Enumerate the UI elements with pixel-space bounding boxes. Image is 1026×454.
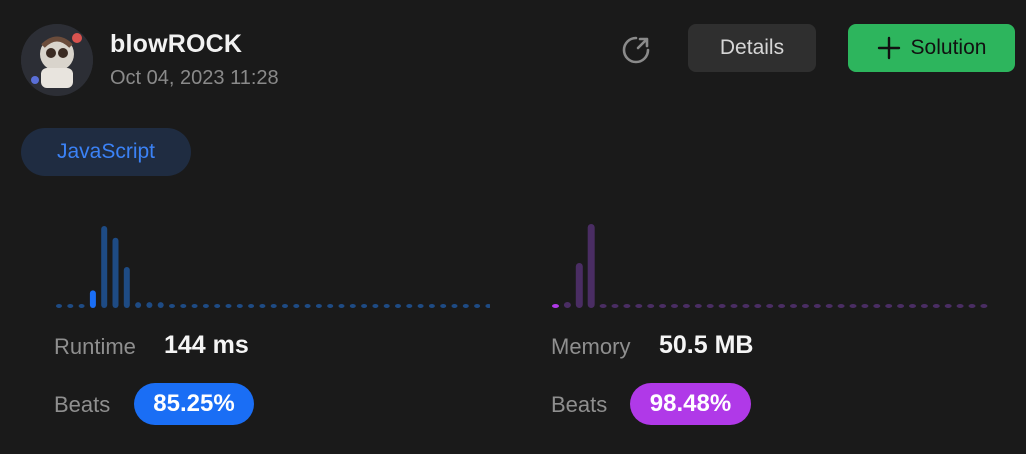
distribution-bar	[587, 224, 595, 308]
distribution-bar	[304, 304, 311, 308]
distribution-bar	[825, 304, 833, 308]
distribution-bar	[706, 304, 714, 308]
distribution-bar	[718, 304, 726, 308]
distribution-bar	[682, 304, 690, 308]
runtime-beats-badge: 85.25%	[134, 383, 254, 425]
memory-distribution-chart	[552, 224, 988, 308]
distribution-bar	[225, 304, 232, 308]
distribution-bar	[78, 304, 85, 308]
distribution-bar	[202, 304, 209, 308]
distribution-bar	[214, 304, 221, 308]
distribution-bar	[766, 304, 774, 308]
distribution-bar	[383, 304, 390, 308]
runtime-value: 144 ms	[164, 331, 249, 359]
distribution-bar	[801, 304, 809, 308]
distribution-bar	[611, 304, 619, 308]
distribution-bar	[89, 290, 96, 308]
distribution-bar	[236, 304, 243, 308]
distribution-bar	[293, 304, 300, 308]
avatar[interactable]	[21, 24, 93, 96]
distribution-bar	[790, 304, 797, 308]
runtime-label: Runtime	[54, 334, 136, 359]
username[interactable]: blowROCK	[110, 30, 242, 59]
distribution-bar	[428, 304, 435, 308]
distribution-bar	[849, 304, 857, 308]
share-icon[interactable]	[620, 34, 652, 66]
distribution-bar	[897, 304, 905, 308]
plus-icon	[877, 36, 900, 60]
distribution-bar	[623, 304, 631, 308]
distribution-bar	[361, 304, 368, 308]
runtime-distribution-chart	[56, 226, 490, 308]
distribution-bar	[813, 304, 821, 308]
distribution-bar	[861, 304, 869, 308]
distribution-bar	[417, 304, 424, 308]
distribution-bar	[575, 263, 583, 308]
distribution-bar	[395, 304, 401, 308]
distribution-bar	[56, 304, 62, 308]
distribution-bar	[406, 304, 413, 308]
distribution-bar	[968, 304, 976, 308]
distribution-bar	[101, 226, 108, 308]
distribution-bar	[315, 304, 322, 308]
details-button[interactable]: Details	[688, 24, 816, 72]
distribution-bar	[259, 304, 266, 308]
distribution-bar	[563, 302, 571, 308]
distribution-bar	[169, 304, 175, 308]
distribution-bar	[451, 304, 458, 308]
distribution-bar	[327, 304, 334, 308]
distribution-bar	[885, 304, 893, 308]
distribution-bar	[157, 302, 164, 308]
memory-beats-badge: 98.48%	[630, 383, 751, 425]
distribution-bar	[742, 304, 750, 308]
distribution-bar	[282, 304, 288, 308]
submission-timestamp: Oct 04, 2023 11:28	[110, 67, 279, 89]
add-solution-button[interactable]: Solution	[848, 24, 1015, 72]
distribution-bar	[754, 304, 762, 308]
distribution-bar	[349, 304, 356, 308]
distribution-bar	[191, 304, 198, 308]
distribution-bar	[270, 304, 277, 308]
distribution-bar	[440, 304, 447, 308]
distribution-bar	[980, 304, 988, 308]
avatar-image	[21, 24, 93, 96]
distribution-bar	[338, 304, 345, 308]
distribution-bar	[920, 304, 928, 308]
distribution-bar	[372, 304, 379, 308]
distribution-bar	[730, 304, 738, 308]
distribution-bar	[671, 304, 678, 308]
runtime-beats-label: Beats	[54, 392, 111, 417]
memory-value: 50.5 MB	[659, 331, 754, 359]
distribution-bar	[123, 267, 130, 308]
memory-label: Memory	[551, 334, 631, 359]
distribution-bar	[248, 304, 255, 308]
distribution-bar	[552, 304, 559, 308]
distribution-bar	[873, 304, 881, 308]
distribution-bar	[112, 237, 119, 308]
distribution-bar	[932, 304, 940, 308]
distribution-bar	[462, 304, 469, 308]
distribution-bar	[67, 304, 74, 308]
distribution-bar	[180, 304, 187, 308]
solution-button-label: Solution	[910, 36, 987, 59]
distribution-bar	[944, 304, 952, 308]
distribution-bar	[485, 304, 490, 308]
distribution-bar	[474, 304, 481, 308]
distribution-bar	[909, 304, 916, 308]
memory-beats-label: Beats	[551, 392, 608, 417]
distribution-bar	[837, 304, 845, 308]
distribution-bar	[956, 304, 964, 308]
distribution-bar	[135, 302, 142, 308]
distribution-bar	[694, 304, 702, 308]
distribution-bar	[599, 304, 607, 308]
distribution-bar	[778, 304, 786, 308]
language-badge: JavaScript	[21, 128, 191, 176]
distribution-bar	[647, 304, 655, 308]
distribution-bar	[635, 304, 643, 308]
distribution-bar	[659, 304, 667, 308]
distribution-bar	[146, 302, 153, 308]
